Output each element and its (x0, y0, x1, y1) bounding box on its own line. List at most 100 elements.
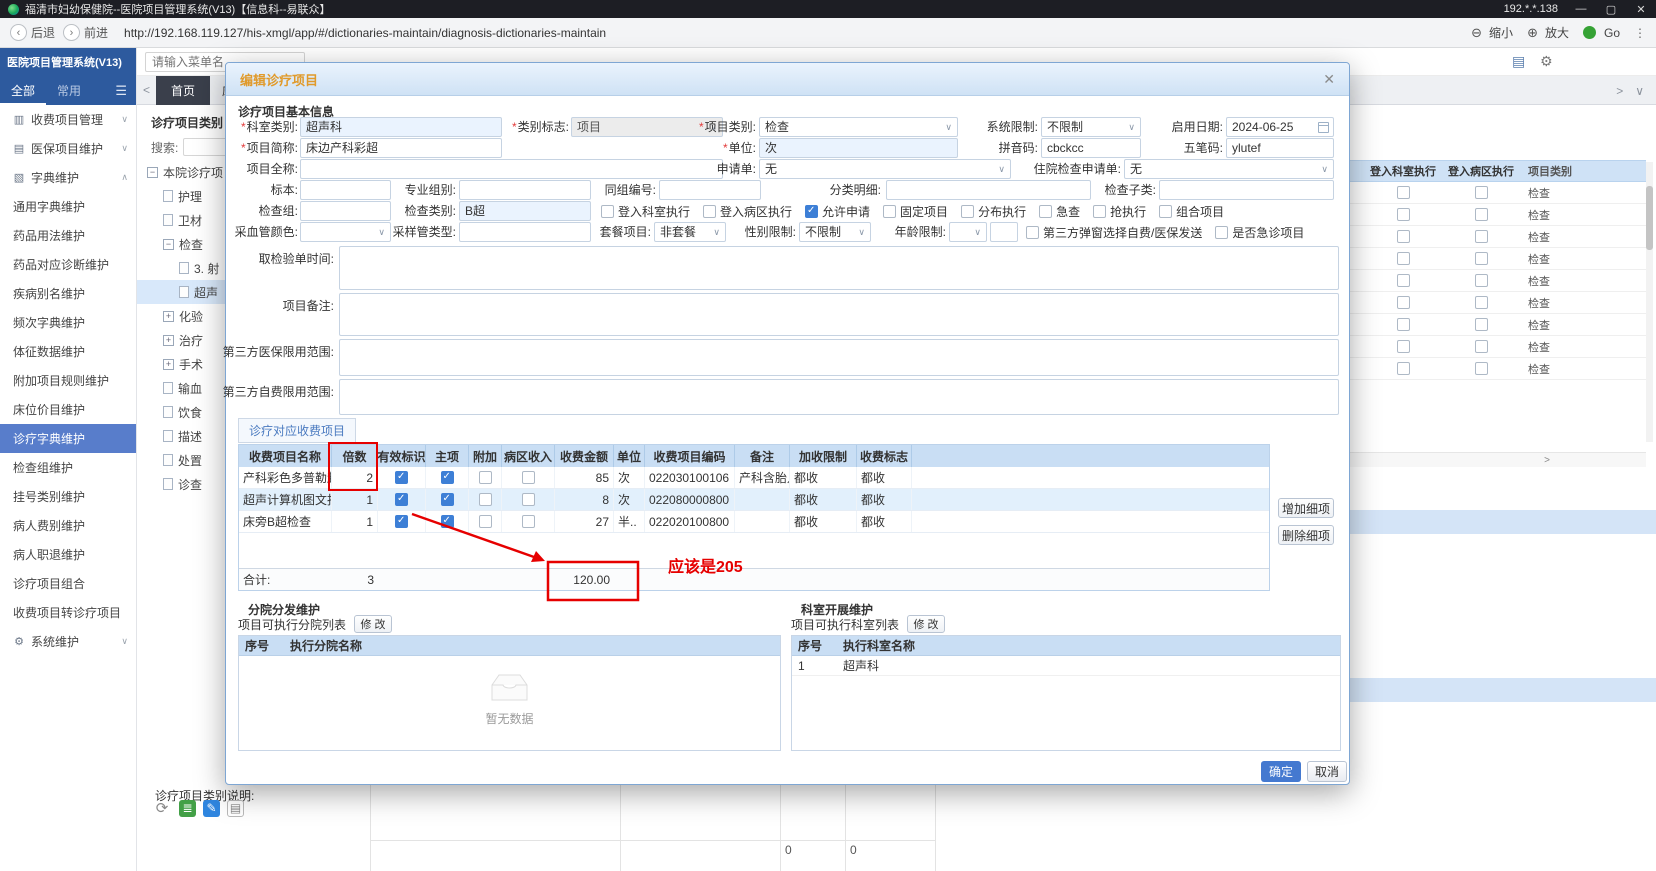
class-detail-input[interactable] (886, 180, 1091, 200)
checkbox[interactable] (1474, 340, 1488, 353)
refresh-icon[interactable]: ⟳ (152, 798, 172, 818)
checkbox[interactable] (1396, 340, 1410, 353)
scrollbar-thumb[interactable] (1646, 186, 1653, 250)
gender-limit-select[interactable]: 不限制 (799, 222, 871, 242)
add-detail-button[interactable]: 增加细项 (1278, 498, 1334, 518)
apply-form-select[interactable]: 无 (759, 159, 1011, 179)
modify-button[interactable]: 修 改 (354, 615, 393, 633)
checkbox[interactable] (961, 204, 975, 218)
hamburger-icon[interactable]: ☰ (115, 83, 136, 99)
sidebar-menu-item[interactable]: 体征数据维护 (0, 337, 136, 366)
checkbox[interactable] (1396, 318, 1410, 331)
sidebar-menu-item[interactable]: 收费项目转诊疗项目 (0, 598, 136, 627)
expand-icon[interactable] (163, 334, 174, 346)
export-icon[interactable]: ≣ (179, 799, 196, 817)
sidebar-tab-common[interactable]: 常用 (46, 76, 92, 105)
sidebar-tab-all[interactable]: 全部 (0, 76, 46, 105)
checkbox[interactable] (1396, 186, 1410, 199)
package-item-select[interactable]: 非套餐 (654, 222, 726, 242)
sidebar-menu-group[interactable]: ▤ 医保项目维护 ∨ (0, 134, 136, 163)
checkbox-option[interactable]: 急查 (1039, 203, 1080, 220)
valid-checkbox[interactable] (395, 515, 408, 528)
gear-icon[interactable]: ⚙ (1540, 53, 1553, 70)
more-menu-icon[interactable]: ⋮ (1634, 26, 1646, 40)
remove-detail-button[interactable]: 删除细项 (1278, 525, 1334, 545)
checkbox[interactable] (703, 204, 717, 218)
close-icon[interactable]: ✕ (1323, 71, 1335, 88)
checkbox[interactable] (1396, 296, 1410, 309)
zoom-out-button[interactable]: ⊖ 缩小 (1471, 24, 1513, 41)
checkbox[interactable] (1396, 362, 1410, 375)
table-row[interactable]: 检查 (1350, 182, 1646, 204)
book-icon[interactable]: ▤ (1512, 53, 1525, 70)
checkbox[interactable] (1026, 225, 1039, 239)
table-row[interactable]: 检查 (1350, 358, 1646, 380)
forward-button[interactable]: › 前进 (63, 24, 108, 41)
sidebar-menu-item[interactable]: 附加项目规则维护 (0, 366, 136, 395)
checkbox[interactable] (1039, 204, 1053, 218)
collapse-icon[interactable] (163, 238, 174, 250)
sidebar-menu-item[interactable]: 挂号类别维护 (0, 482, 136, 511)
table-row[interactable]: 检查 (1350, 270, 1646, 292)
main-checkbox[interactable] (440, 471, 454, 484)
calendar-icon[interactable] (1318, 122, 1329, 133)
sidebar-menu-item-selected[interactable]: 诊疗字典维护 (0, 424, 136, 453)
checkbox-option[interactable]: 分布执行 (961, 203, 1026, 220)
check-category-input[interactable]: B超 (459, 201, 591, 221)
system-limit-select[interactable]: 不限制 (1041, 117, 1141, 137)
ward-income-checkbox[interactable] (521, 515, 535, 528)
modify-button[interactable]: 修 改 (907, 615, 946, 633)
specimen-input[interactable] (300, 180, 391, 200)
short-name-input[interactable]: 床边产科彩超 (300, 138, 502, 158)
minimize-icon[interactable]: — (1574, 3, 1588, 15)
extra-checkbox[interactable] (478, 471, 492, 484)
table-row[interactable]: 检查 (1350, 248, 1646, 270)
expand-icon[interactable] (163, 358, 174, 370)
sidebar-menu-group[interactable]: ▥ 收费项目管理 ∨ (0, 105, 136, 134)
third-self-range-textarea[interactable] (339, 379, 1339, 415)
table-row[interactable]: 检查 (1350, 336, 1646, 358)
back-button[interactable]: ‹ 后退 (10, 24, 55, 41)
third-insurance-range-textarea[interactable] (339, 339, 1339, 376)
age-limit-select[interactable] (949, 222, 987, 242)
checkbox-option[interactable]: 第三方弹窗选择自费/医保发送 (1026, 224, 1202, 241)
checkbox-option[interactable]: 抢执行 (1093, 203, 1146, 220)
sidebar-menu-item[interactable]: 通用字典维护 (0, 192, 136, 221)
extra-checkbox[interactable] (478, 515, 492, 528)
blood-tube-color-select[interactable] (300, 222, 391, 242)
valid-checkbox[interactable] (395, 471, 408, 484)
main-checkbox[interactable] (440, 493, 454, 506)
table-row[interactable]: 检查 (1350, 314, 1646, 336)
chevron-down-icon[interactable]: ∨ (1635, 84, 1644, 98)
chevron-right-icon[interactable]: > (1616, 84, 1623, 98)
vertical-scrollbar[interactable] (1646, 162, 1653, 442)
check-group-input[interactable] (300, 201, 391, 221)
checkbox-option[interactable]: 登入病区执行 (703, 203, 792, 220)
prof-group-input[interactable] (459, 180, 591, 200)
sidebar-menu-item[interactable]: 诊疗项目组合 (0, 569, 136, 598)
checkbox-option[interactable]: 登入科室执行 (601, 203, 690, 220)
full-name-input[interactable] (300, 159, 723, 179)
close-icon[interactable]: ✕ (1634, 3, 1648, 16)
sidebar-menu-item[interactable]: 频次字典维护 (0, 308, 136, 337)
collapse-icon[interactable] (147, 166, 158, 178)
check-subclass-input[interactable] (1159, 180, 1334, 200)
horizontal-scrollbar[interactable]: > (1350, 452, 1646, 467)
group-no-input[interactable] (659, 180, 761, 200)
age-limit-input[interactable] (990, 222, 1018, 242)
sidebar-menu-item[interactable]: 药品用法维护 (0, 221, 136, 250)
checkbox-option[interactable]: 固定项目 (883, 203, 948, 220)
sidebar-menu-item[interactable]: 疾病别名维护 (0, 279, 136, 308)
document-icon[interactable]: ▤ (227, 799, 244, 817)
fee-items-tab[interactable]: 诊疗对应收费项目 (238, 418, 357, 443)
lab-time-textarea[interactable] (339, 246, 1339, 290)
sidebar-menu-group[interactable]: ▧ 字典维护 ∧ (0, 163, 136, 192)
checkbox[interactable] (1159, 204, 1173, 218)
checkbox[interactable] (1396, 252, 1410, 265)
checkbox[interactable] (1474, 274, 1488, 287)
checkbox[interactable] (1093, 204, 1107, 218)
valid-checkbox[interactable] (395, 493, 408, 506)
checkbox[interactable] (601, 204, 614, 218)
ward-income-checkbox[interactable] (521, 471, 535, 484)
table-row[interactable]: 1 超声科 (792, 656, 1340, 676)
